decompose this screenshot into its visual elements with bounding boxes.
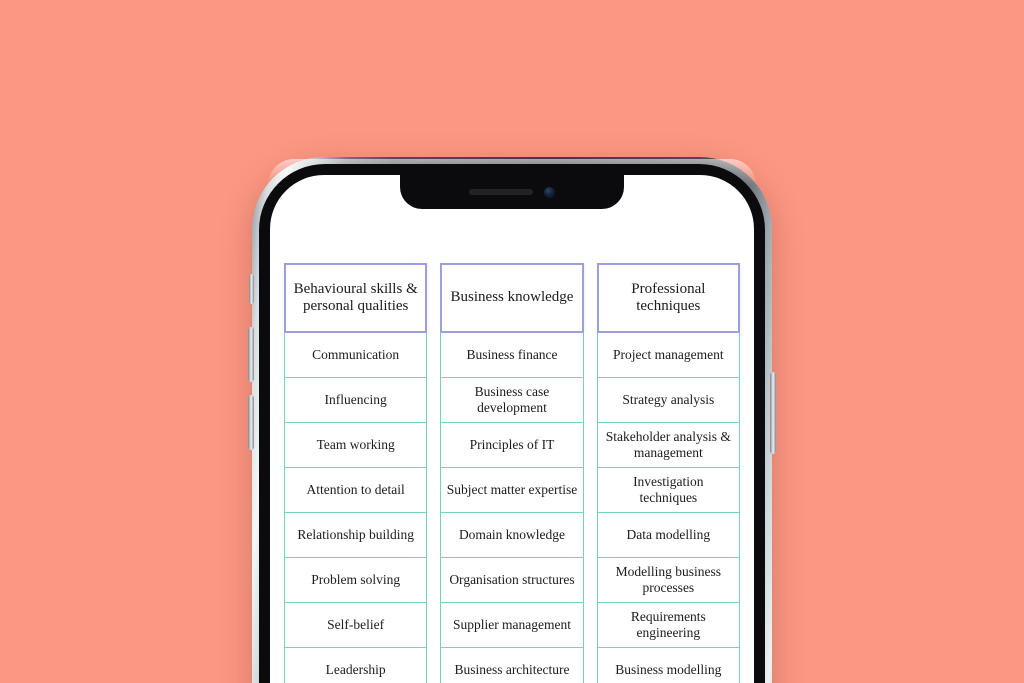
skills-column-1: Behavioural skills & personal qualities C… xyxy=(284,263,428,683)
skill-cell[interactable]: Supplier management xyxy=(440,603,584,648)
skill-cell[interactable]: Strategy analysis xyxy=(596,378,740,423)
skill-cell[interactable]: Subject matter expertise xyxy=(440,468,584,513)
skill-cell[interactable]: Business architecture xyxy=(440,648,584,683)
column-header[interactable]: Business knowledge xyxy=(440,263,584,333)
skill-cell[interactable]: Business case development xyxy=(440,378,584,423)
skill-cell[interactable]: Problem solving xyxy=(284,558,428,603)
skill-cell[interactable]: Self-belief xyxy=(284,603,428,648)
silent-switch[interactable] xyxy=(249,274,254,304)
phone-screen: Behavioural skills & personal qualities C… xyxy=(270,175,754,683)
skill-cell[interactable]: Team working xyxy=(284,423,428,468)
skill-cell[interactable]: Modelling business processes xyxy=(596,558,740,603)
skill-cell[interactable]: Requirements engineering xyxy=(596,603,740,648)
power-button[interactable] xyxy=(770,372,776,454)
phone-notch xyxy=(400,175,624,209)
skill-cell[interactable]: Data modelling xyxy=(596,513,740,558)
skill-cell[interactable]: Domain knowledge xyxy=(440,513,584,558)
skills-column-3: Professional techniques Project managemen… xyxy=(596,263,740,683)
skill-cell[interactable]: Principles of IT xyxy=(440,423,584,468)
earpiece-speaker-icon xyxy=(469,189,533,195)
skill-cell[interactable]: Business modelling xyxy=(596,648,740,683)
skills-column-2: Business knowledge Business finance Busine… xyxy=(440,263,584,683)
skill-cell[interactable]: Investigation techniques xyxy=(596,468,740,513)
volume-down-button[interactable] xyxy=(248,395,254,450)
skill-cell[interactable]: Business finance xyxy=(440,333,584,378)
column-header[interactable]: Professional techniques xyxy=(596,263,740,333)
volume-up-button[interactable] xyxy=(248,327,254,382)
phone-mockup: Behavioural skills & personal qualities C… xyxy=(248,157,776,683)
skill-cell[interactable]: Influencing xyxy=(284,378,428,423)
column-header[interactable]: Behavioural skills & personal qualities xyxy=(284,263,428,333)
front-camera-icon xyxy=(544,186,555,198)
skill-cell[interactable]: Leadership xyxy=(284,648,428,683)
skills-table: Behavioural skills & personal qualities C… xyxy=(284,263,740,683)
skill-cell[interactable]: Relationship building xyxy=(284,513,428,558)
skill-cell[interactable]: Project management xyxy=(596,333,740,378)
app-content: Behavioural skills & personal qualities C… xyxy=(270,175,754,683)
skill-cell[interactable]: Stakeholder analysis & management xyxy=(596,423,740,468)
skill-cell[interactable]: Communication xyxy=(284,333,428,378)
skill-cell[interactable]: Attention to detail xyxy=(284,468,428,513)
skill-cell[interactable]: Organisation structures xyxy=(440,558,584,603)
